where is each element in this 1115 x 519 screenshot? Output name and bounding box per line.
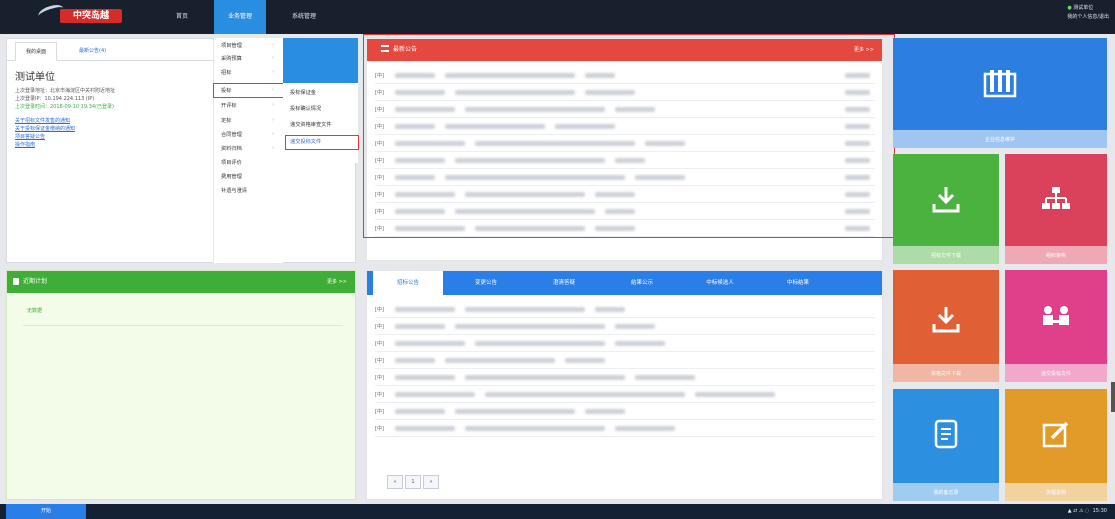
submenu-item[interactable]: 投标确认情况 — [290, 105, 321, 112]
announcement-tabs: 招标公告 变更公告 澄清答疑 结果公示 中标候选人 中标结果 — [367, 271, 882, 295]
notice-link[interactable]: 操作指南 — [15, 141, 35, 148]
taskbar: 开始 ▲ ⇄ ⚠ ◌ 15:30 — [0, 504, 1115, 519]
tile-label: 招标文件下载 — [930, 253, 961, 259]
list-item[interactable]: [中] — [375, 352, 875, 369]
menu-item[interactable]: 项目评价 — [221, 159, 242, 166]
tile-enterprise-info[interactable]: 企业信息维护 — [893, 38, 1107, 148]
pagination: «1» — [387, 475, 441, 489]
start-button[interactable]: 开始 — [6, 504, 86, 519]
menu-item[interactable]: 费用管理 — [221, 173, 242, 180]
menu-item[interactable]: 合同管理 › — [221, 131, 274, 138]
next-page-button[interactable]: » — [423, 475, 439, 489]
download-icon — [932, 187, 960, 213]
tile-qualification-download[interactable]: 资格文件下载 — [893, 270, 999, 382]
nav-system[interactable]: 系统管理 — [278, 0, 330, 34]
highlight-bid-menu — [213, 83, 289, 98]
tile-label: 流程说明 — [1045, 490, 1066, 496]
building-icon — [983, 70, 1017, 98]
list-item[interactable]: [中] — [375, 335, 875, 352]
menu-item[interactable]: 补遗与澄清 — [221, 187, 247, 194]
tile-process-guide[interactable]: 流程说明 — [1005, 389, 1107, 501]
submenu-item[interactable]: 投标保证金 — [290, 89, 316, 96]
list-item[interactable]: [中] — [375, 301, 875, 318]
list-item[interactable]: [中] — [375, 420, 875, 437]
highlight-notice-area — [363, 34, 895, 238]
notice-link[interactable]: 关于招标文件发售的通知 — [15, 117, 70, 124]
menu-item[interactable]: 资料归档 › — [221, 145, 274, 152]
nav-home[interactable]: 首页 — [160, 0, 204, 34]
user-info[interactable]: ● 测试单位 我的个人信息/退出 — [1067, 4, 1109, 22]
tab-latest-notice[interactable]: 最新公告(4) — [69, 42, 116, 61]
tile-label: 企业信息维护 — [984, 137, 1015, 143]
meeting-icon — [1043, 306, 1069, 325]
menu-item[interactable]: 招标 › — [221, 69, 274, 76]
tab-winner[interactable]: 中标结果 — [763, 271, 833, 295]
tile-label: 我的备忘录 — [933, 490, 959, 496]
scrollbar-handle[interactable] — [1111, 382, 1115, 412]
clock: 15:30 — [1092, 508, 1107, 514]
menu-item[interactable]: 项目管理 › — [221, 42, 274, 49]
user-status: 测试单位 — [1073, 5, 1094, 11]
tab-bid-notice[interactable]: 招标公告 — [373, 271, 443, 295]
menu-accent-strip — [283, 38, 358, 83]
tray-icons[interactable]: ▲ ⇄ ⚠ ◌ — [1068, 508, 1090, 514]
notice-link[interactable]: 关于投标保证金缴纳的通知 — [15, 125, 75, 132]
announcement-panel: 招标公告 变更公告 澄清答疑 结果公示 中标候选人 中标结果 [中] [中] [… — [366, 270, 883, 500]
download-icon — [932, 307, 960, 333]
online-icon: ● — [1067, 5, 1072, 11]
list-item[interactable]: [中] — [375, 369, 875, 386]
tile-org-structure[interactable]: 组织架构 — [1005, 154, 1107, 264]
unit-name: 测试单位 — [15, 72, 55, 83]
tile-label: 组织架构 — [1045, 253, 1066, 259]
tile-memo[interactable]: 我的备忘录 — [893, 389, 999, 501]
submenu-item[interactable]: 递交资格审查文件 — [290, 121, 332, 128]
tile-label: 递交投标文件 — [1040, 371, 1071, 377]
highlight-submit-bid — [285, 135, 359, 150]
plan-header: 近期计划 更多 >> — [7, 271, 355, 293]
menu-item[interactable]: 定标 › — [221, 117, 274, 124]
notice-link[interactable]: 项目答疑公告 — [15, 133, 45, 140]
divider — [23, 325, 343, 326]
plan-title: 近期计划 — [23, 278, 48, 285]
user-links[interactable]: 我的个人信息/退出 — [1067, 13, 1109, 22]
menu-item[interactable]: 采购预算 › — [221, 55, 274, 62]
calendar-icon — [13, 278, 19, 285]
tab-result[interactable]: 结果公示 — [607, 271, 677, 295]
app-logo: 中突岛越 — [60, 9, 122, 23]
bid-submenu: 投标保证金 投标确认情况 递交资格审查文件 递交投标文件 — [283, 83, 358, 163]
last-login-address: 上次登录地址：北京市海淀区中关村附近地址 — [15, 88, 116, 94]
menu-item[interactable]: 开评标 › — [221, 102, 274, 109]
system-tray: ▲ ⇄ ⚠ ◌ 15:30 — [1068, 504, 1107, 519]
tab-my-desktop[interactable]: 我的桌面 — [15, 42, 58, 61]
last-login-ip: 上次登录IP：10.194.224.113 (IP) — [15, 96, 95, 102]
list-item[interactable]: [中] — [375, 318, 875, 335]
org-chart-icon — [1042, 187, 1070, 209]
tab-clarify[interactable]: 澄清答疑 — [529, 271, 599, 295]
document-icon — [934, 419, 958, 449]
top-navigation-bar: 中突岛越 首页 业务管理 系统管理 ● 测试单位 我的个人信息/退出 — [0, 0, 1115, 34]
empty-note: 无数据 — [27, 308, 43, 314]
last-login-time: 上次登录时间：2018-09-10 19:34(已登录) — [15, 104, 114, 110]
tab-change-notice[interactable]: 变更公告 — [451, 271, 521, 295]
page-1-button[interactable]: 1 — [405, 475, 421, 489]
business-menu: 项目管理 › 采购预算 › 招标 › 投标 › 开评标 › 定标 › 合同管理 › 资料归档 ›… — [213, 38, 283, 263]
list-item[interactable]: [中] — [375, 403, 875, 420]
list-item[interactable]: [中] — [375, 386, 875, 403]
tile-bid-download[interactable]: 招标文件下载 — [893, 154, 999, 264]
prev-page-button[interactable]: « — [387, 475, 403, 489]
plan-more-link[interactable]: 更多 >> — [327, 271, 347, 293]
tab-candidate[interactable]: 中标候选人 — [685, 271, 755, 295]
recent-plan-panel: 近期计划 更多 >> 无数据 — [6, 270, 356, 500]
tile-label: 资格文件下载 — [930, 371, 961, 377]
nav-business[interactable]: 业务管理 — [214, 0, 266, 34]
edit-icon — [1042, 421, 1069, 448]
tile-submit-bid[interactable]: 递交投标文件 — [1005, 270, 1107, 382]
